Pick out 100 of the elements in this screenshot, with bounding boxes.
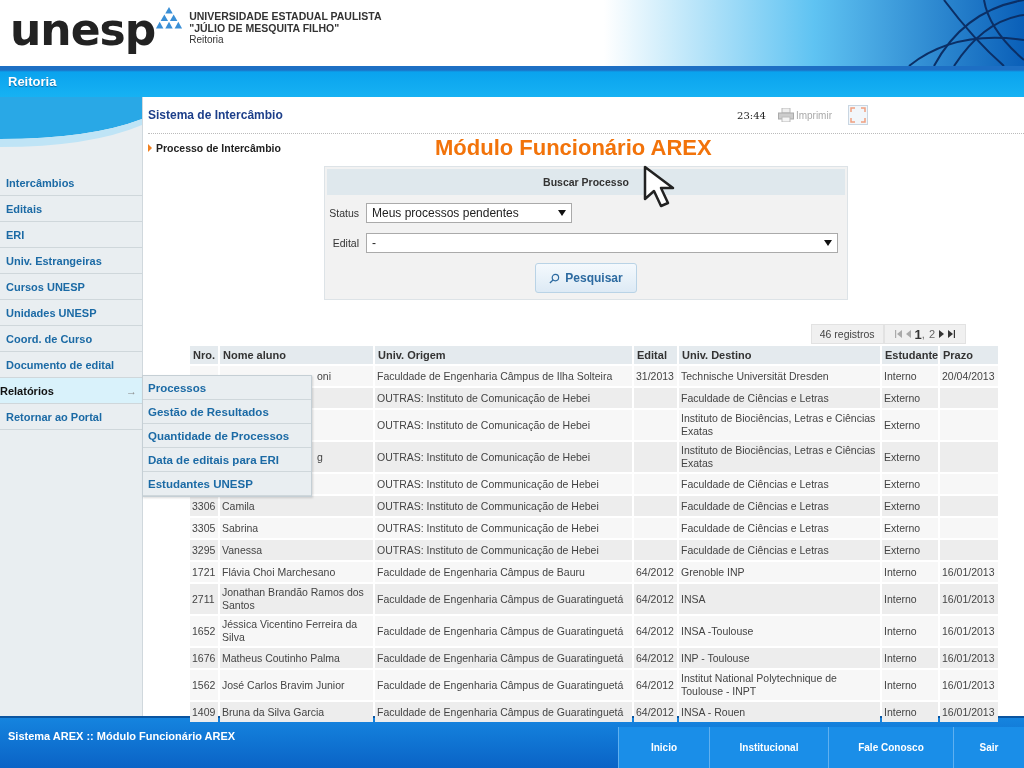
footer-link[interactable]: Institucional (709, 727, 828, 768)
university-subtitle: "JÚLIO DE MESQUITA FILHO" (189, 22, 341, 34)
record-count: 46 registros (810, 324, 884, 344)
sidebar-item[interactable]: Unidades UNESP (0, 300, 142, 326)
table-cell: 2711 (192, 592, 215, 605)
sidebar-item[interactable]: Retornar ao Portal (0, 404, 142, 430)
table-cell: Interno (884, 592, 917, 605)
table-cell: Matheus Coutinho Palma (222, 651, 340, 664)
module-title: Módulo Funcionário AREX (435, 135, 712, 161)
printer-icon (777, 108, 794, 122)
column-header[interactable]: Prazo (940, 346, 998, 364)
sidebar-item[interactable]: Univ. Estrangeiras (0, 248, 142, 274)
table-cell: Jéssica Vicentino Ferreira da Silva (222, 618, 358, 643)
sidebar-item[interactable]: Editais (0, 196, 142, 222)
table-cell: Bruna da Silva Garcia (222, 705, 325, 718)
table-cell: Faculdade de Engenharia Câmpus de Guaratinguetá (377, 651, 624, 664)
table-cell: Instituto de Biociências, Letras e Ciências Exatas (681, 444, 876, 469)
table-cell: 16/01/2013 (942, 624, 995, 637)
footer-link[interactable]: Fale Conosco (828, 727, 953, 768)
table-cell: INSA (681, 592, 706, 605)
breadcrumb: Processo de Intercâmbio (148, 142, 435, 154)
table-cell: 1676 (192, 651, 216, 664)
table-cell: Faculdade de Engenharia Câmpus de Guaratinguetá (377, 592, 624, 605)
table-cell: Externo (884, 521, 921, 534)
table-cell: 16/01/2013 (942, 592, 995, 605)
table-cell: Institut National Polytechnique de Toulouse - INPT (681, 672, 837, 697)
field-label: Edital (331, 237, 359, 249)
table-cell: 16/01/2013 (942, 678, 995, 691)
sidebar-item[interactable]: Relatórios → (0, 378, 143, 404)
footer-link[interactable]: Inicio (618, 727, 709, 768)
first-page-icon[interactable] (894, 330, 902, 338)
footer-link[interactable]: Sair (953, 727, 1024, 768)
previous-page-icon[interactable] (905, 330, 911, 338)
clock-time: 23:44 (737, 109, 766, 121)
last-page-icon[interactable] (948, 330, 955, 338)
table-cell: 64/2012 (636, 565, 674, 578)
table-cell: Faculdade de Ciências e Letras (681, 391, 829, 404)
table-cell: Sabrina (222, 521, 259, 534)
submenu-item[interactable]: Quantidade de Processos (143, 424, 311, 448)
column-header[interactable]: Edital (634, 346, 677, 364)
sidebar-item[interactable]: Coord. de Curso (0, 326, 142, 352)
page-title: Sistema de Intercâmbio (148, 108, 283, 122)
table-cell: 1652 (192, 624, 216, 637)
sidebar-item[interactable]: Cursos UNESP (0, 274, 142, 300)
submenu-item[interactable]: Data de editais para ERI (143, 448, 311, 472)
submenu-item[interactable]: Processos (143, 376, 311, 400)
table-cell: INSA - Rouen (681, 705, 746, 718)
table-cell: OUTRAS: Instituto de Communicação de Hebei (377, 477, 599, 490)
column-header[interactable]: Univ. Origem (375, 346, 632, 364)
column-header[interactable]: Univ. Destino (679, 346, 880, 364)
table-cell: 64/2012 (636, 592, 674, 605)
page-link[interactable]: 2 (928, 328, 935, 340)
table-cell: Faculdade de Ciências e Letras (681, 521, 829, 534)
table-cell: Grenoble INP (681, 565, 745, 578)
fullscreen-icon[interactable] (848, 105, 868, 125)
table-cell: Interno (884, 565, 917, 578)
table-cell: 64/2012 (636, 678, 674, 691)
table-cell: Externo (884, 450, 921, 463)
panel-title: Buscar Processo (327, 169, 845, 195)
table-cell: INSA -Toulouse (681, 624, 754, 637)
table-cell: OUTRAS: Instituto de Comunicação de Hebei (377, 391, 591, 404)
table-cell: Flávia Choi Marchesano (222, 565, 336, 578)
table-cell: 1409 (192, 705, 216, 718)
table-cell: 64/2012 (636, 705, 674, 718)
submenu-item[interactable]: Gestão de Resultados (143, 400, 311, 424)
table-cell: Interno (884, 369, 917, 382)
sidebar-item[interactable]: Intercâmbios (0, 170, 142, 196)
page-link[interactable]: 1 (914, 326, 922, 342)
dropdown-caret-icon (558, 210, 566, 216)
table-cell: 31/2013 (636, 369, 674, 382)
table-cell: 3295 (192, 543, 216, 556)
select-field[interactable]: - (366, 233, 838, 253)
section-title: Reitoria (8, 74, 57, 89)
dropdown-caret-icon (824, 240, 832, 246)
column-header[interactable]: Nome aluno (220, 346, 373, 364)
table-cell: Technische Universität Dresden (681, 369, 829, 382)
table-cell: Interno (884, 705, 917, 718)
sidebar-item[interactable]: ERI (0, 222, 142, 248)
column-header[interactable]: Estudante (882, 346, 938, 364)
next-page-icon[interactable] (939, 330, 944, 338)
table-cell: Interno (884, 678, 917, 691)
table-cell: Externo (884, 391, 921, 404)
table-cell: Faculdade de Ciências e Letras (681, 499, 829, 512)
table-cell: Faculdade de Engenharia Câmpus de Guaratinguetá (377, 678, 624, 691)
table-cell: 16/01/2013 (942, 705, 995, 718)
search-button[interactable]: Pesquisar (535, 263, 637, 293)
arrow-icon: → (126, 384, 137, 397)
submenu-item[interactable]: Estudantes UNESP (143, 472, 311, 496)
table-cell: Interno (884, 624, 917, 637)
column-header[interactable]: Nro. (190, 346, 218, 364)
table-cell: 20/04/2013 (942, 369, 995, 382)
unesp-logo: unesp (10, 6, 156, 54)
table-cell: Camila (222, 499, 255, 512)
table-cell: José Carlos Bravim Junior (222, 678, 345, 691)
select-field[interactable]: Meus processos pendentes (366, 203, 572, 223)
table-cell: 16/01/2013 (942, 651, 995, 664)
table-cell: Instituto de Biociências, Letras e Ciências Exatas (681, 412, 876, 437)
table-cell: OUTRAS: Instituto de Comunicação de Hebei (377, 450, 591, 463)
unit-name: Reitoria (189, 34, 225, 46)
footer-title: Sistema AREX :: Módulo Funcionário AREX (7, 729, 236, 744)
